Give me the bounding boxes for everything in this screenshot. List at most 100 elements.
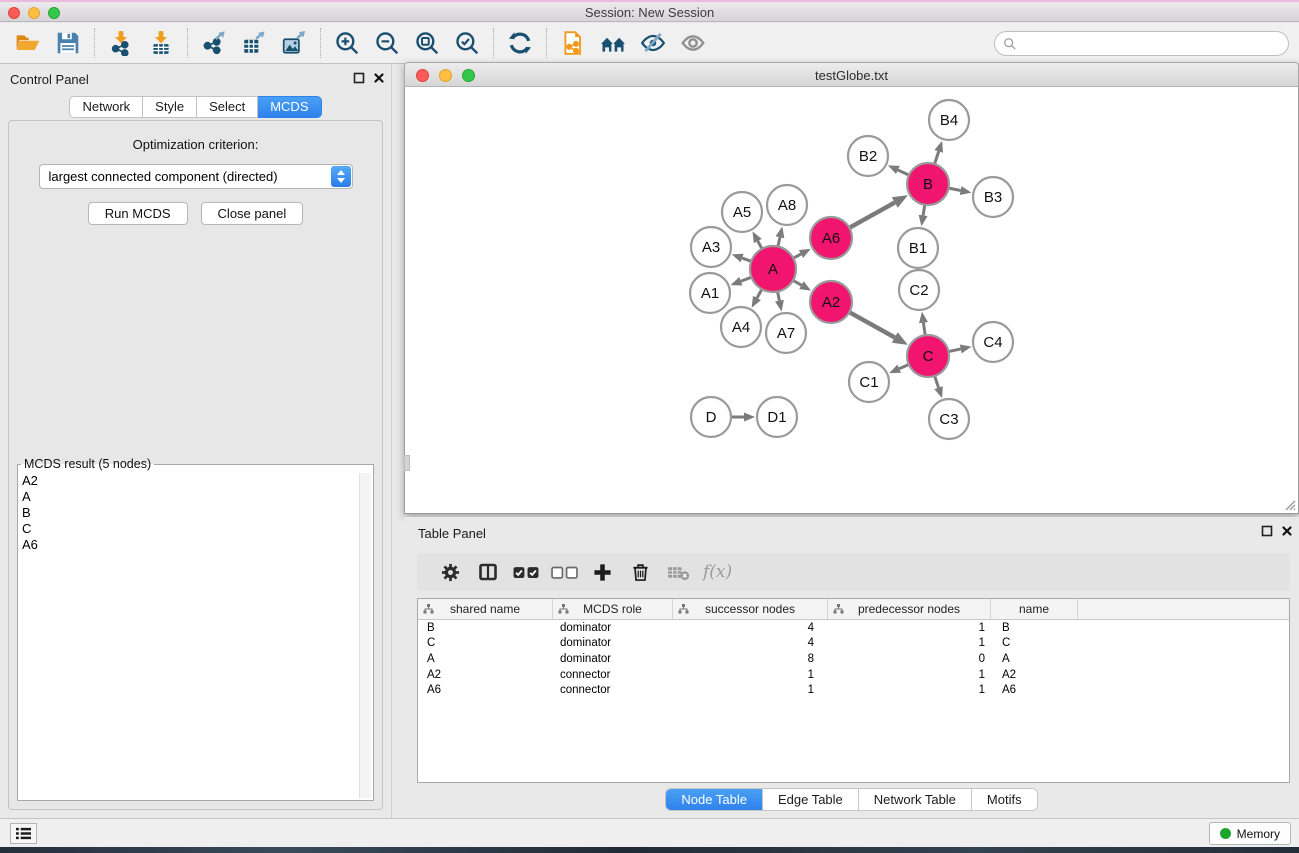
function-builder-button[interactable]: f(x) (703, 562, 732, 582)
graph-edge-B-B4[interactable] (935, 151, 939, 164)
splitter-handle[interactable] (404, 455, 410, 471)
mcds-result-item[interactable]: A (22, 489, 357, 505)
mcds-result-item[interactable]: A6 (22, 537, 357, 553)
new-network-button[interactable] (553, 26, 593, 60)
graph-edge-A2-C[interactable] (849, 312, 894, 337)
graph-edge-C-C4[interactable] (949, 349, 961, 352)
show-details-button[interactable] (673, 26, 713, 60)
table-settings-button[interactable] (431, 556, 469, 588)
open-session-button[interactable] (8, 26, 48, 60)
add-column-button[interactable] (583, 556, 621, 588)
graph-edge-A-A2[interactable] (793, 280, 801, 285)
tab-motifs[interactable]: Motifs (971, 789, 1037, 810)
graph-edge-A-A7[interactable] (778, 292, 780, 301)
tab-node-table[interactable]: Node Table (666, 789, 762, 810)
mcds-result-item[interactable]: A2 (22, 473, 357, 489)
houses-icon (600, 30, 626, 56)
refresh-button[interactable] (500, 26, 540, 60)
import-table-button[interactable] (141, 26, 181, 60)
graph-edge-C-C3[interactable] (935, 376, 939, 388)
column-header-mcds-role[interactable]: MCDS role (553, 599, 673, 619)
graph-edge-arrowhead (888, 165, 900, 174)
close-panel-button[interactable]: Close panel (201, 202, 304, 225)
zoom-in-icon (334, 30, 360, 56)
mcds-result-item[interactable]: C (22, 521, 357, 537)
graph-edge-A-A5[interactable] (758, 241, 762, 249)
table-panel-title: Table Panel (418, 526, 486, 541)
zoom-in-button[interactable] (327, 26, 367, 60)
delete-table-button[interactable] (659, 556, 697, 588)
column-header-name[interactable]: name (991, 599, 1078, 619)
graph-edge-A-A3[interactable] (742, 258, 751, 261)
mcds-result-scrollbar[interactable] (359, 473, 371, 798)
hide-details-button[interactable] (633, 26, 673, 60)
graph-edge-A-A8[interactable] (778, 237, 780, 246)
graph-edge-C-C1[interactable] (899, 364, 909, 368)
select-all-columns-button[interactable] (507, 556, 545, 588)
tab-mcds[interactable]: MCDS (258, 96, 321, 118)
graph-edge-arrowhead (776, 226, 785, 238)
network-home-button[interactable] (593, 26, 633, 60)
table-cell: 1 (828, 684, 991, 696)
delete-column-button[interactable] (621, 556, 659, 588)
tab-network-table[interactable]: Network Table (858, 789, 971, 810)
table-row[interactable]: A2connector11A2 (418, 667, 1289, 683)
zoom-selected-icon (454, 30, 480, 56)
graph-edge-B-B2[interactable] (898, 170, 909, 175)
table-header-row: shared name MCDS role successor nodes pr… (418, 599, 1289, 620)
float-panel-icon[interactable] (1261, 525, 1273, 537)
close-panel-icon[interactable] (1281, 525, 1293, 537)
control-panel-title: Control Panel (10, 72, 89, 87)
graph-edge-A-A1[interactable] (741, 277, 752, 281)
network-canvas[interactable]: B4B2BB3A5A8A6A3B1AA1C2A2A4A7C4CC1DD1C3 (404, 87, 1299, 514)
column-header-successor-nodes[interactable]: successor nodes (673, 599, 828, 619)
tab-style[interactable]: Style (143, 96, 197, 118)
zoom-fit-button[interactable] (407, 26, 447, 60)
table-row[interactable]: A6connector11A6 (418, 682, 1289, 698)
table-cell: A2 (418, 669, 553, 681)
table-row[interactable]: Cdominator41C (418, 636, 1289, 652)
zoom-selected-button[interactable] (447, 26, 487, 60)
graph-edge-A-A4[interactable] (757, 289, 762, 298)
export-image-button[interactable] (274, 26, 314, 60)
graph-edge-A-A6[interactable] (793, 254, 801, 258)
mcds-result-item[interactable]: B (22, 505, 357, 521)
export-network-button[interactable] (194, 26, 234, 60)
network-graph: B4B2BB3A5A8A6A3B1AA1C2A2A4A7C4CC1DD1C3 (405, 87, 1298, 512)
tab-edge-table[interactable]: Edge Table (762, 789, 858, 810)
graph-node-label: B3 (984, 189, 1002, 206)
unselect-all-columns-button[interactable] (545, 556, 583, 588)
column-header-predecessor-nodes[interactable]: predecessor nodes (828, 599, 991, 619)
search-input[interactable] (1017, 37, 1288, 51)
search-box[interactable] (994, 31, 1289, 56)
graph-node-label: A7 (777, 325, 795, 342)
column-header-shared-name[interactable]: shared name (418, 599, 553, 619)
optimization-criterion-select[interactable]: largest connected component (directed) (39, 164, 353, 189)
float-panel-icon[interactable] (353, 72, 365, 84)
split-column-button[interactable] (469, 556, 507, 588)
table-cell: C (991, 637, 1078, 649)
table-body: Bdominator41BCdominator41CAdominator80AA… (418, 620, 1289, 698)
zoom-out-button[interactable] (367, 26, 407, 60)
mcds-result-box: MCDS result (5 nodes) A2ABCA6 (17, 457, 374, 801)
optimization-criterion-label: Optimization criterion: (9, 137, 382, 152)
task-history-button[interactable] (10, 823, 37, 844)
graph-edge-B-B3[interactable] (949, 188, 961, 190)
save-session-button[interactable] (48, 26, 88, 60)
network-window-titlebar[interactable]: testGlobe.txt (404, 62, 1299, 87)
graph-edge-arrowhead (892, 332, 908, 345)
tab-select[interactable]: Select (197, 96, 258, 118)
memory-button[interactable]: Memory (1209, 822, 1291, 845)
tab-network[interactable]: Network (69, 96, 143, 118)
table-row[interactable]: Adominator80A (418, 651, 1289, 667)
graph-edge-B-B1[interactable] (923, 205, 925, 216)
run-mcds-button[interactable]: Run MCDS (88, 202, 188, 225)
graph-edge-C-C2[interactable] (923, 323, 925, 335)
import-network-button[interactable] (101, 26, 141, 60)
close-panel-icon[interactable] (373, 72, 385, 84)
export-table-button[interactable] (234, 26, 274, 60)
table-row[interactable]: Bdominator41B (418, 620, 1289, 636)
resize-grip-icon[interactable] (1282, 497, 1296, 511)
graph-edge-A6-B[interactable] (849, 202, 894, 227)
graph-edge-arrowhead (744, 413, 755, 422)
